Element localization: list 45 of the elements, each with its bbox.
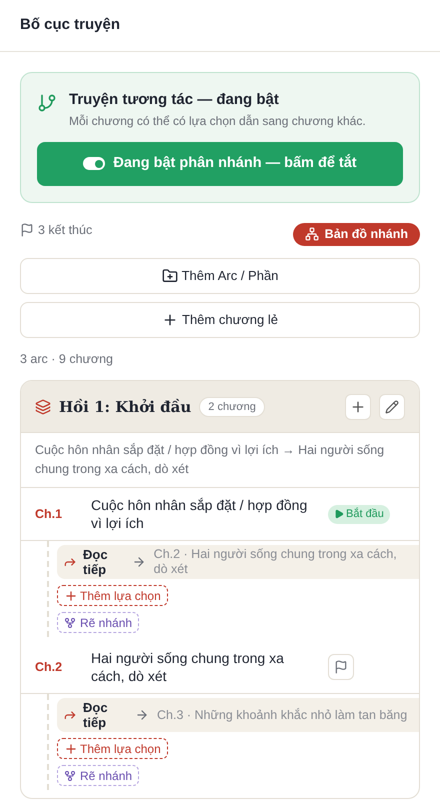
toggle-icon [83, 157, 106, 170]
pencil-icon [385, 400, 399, 414]
add-icon-button[interactable] [345, 394, 371, 420]
flag-icon [20, 223, 34, 237]
page-title: Bố cục truyện [20, 15, 120, 36]
fork-icon [64, 770, 76, 782]
summary-text: 3 arc · 9 chương [20, 350, 114, 368]
arc-title: Hồi 1: Khởi đầu [59, 396, 192, 418]
panel-description: Mỗi chương có thể có lựa chọn dẫn sang chương khác. [69, 112, 366, 130]
choice-target: Ch.3 · Những khoảnh khắc nhỏ làm tan băng [157, 708, 408, 723]
choice-row[interactable]: Đọc tiếp Ch.2 · Hai người sống chung trong xa cách, dò xét [57, 545, 419, 580]
flag-icon [334, 660, 348, 674]
choice-row[interactable]: Đọc tiếp Ch.3 · Những khoảnh khắc nhỏ làm tan băng [57, 698, 419, 732]
fork-icon [64, 616, 76, 629]
choice-label: Đọc tiếp [83, 547, 109, 578]
layers-icon [35, 398, 51, 415]
folder-plus-icon [162, 268, 178, 284]
edit-icon-button[interactable] [379, 394, 405, 420]
flag-icon-button[interactable] [328, 654, 354, 680]
branch-map-button[interactable]: Bản đồ nhánh [292, 222, 420, 246]
endings-count: 3 kết thúc [38, 222, 92, 239]
plus-icon [64, 588, 78, 603]
branch-icon [37, 93, 57, 113]
start-badge: Bắt đầu [328, 505, 390, 524]
arc-description: Cuộc hôn nhân sắp đặt / hợp đồng vì lợi ích → Hai người sống chung trong xa cách, dò xét [21, 433, 419, 488]
chapter-title: Cuộc hôn nhân sắp đặt / hợp đồng vì lợi ích [91, 496, 308, 532]
add-chapter-button[interactable]: Thêm chương lẻ [20, 302, 420, 338]
branch-button[interactable]: Rẽ nhánh [57, 612, 140, 634]
choice-label: Đọc tiếp [83, 700, 109, 730]
chapter-title: Hai người sống chung trong xa cách, dò xét [91, 649, 285, 686]
play-icon [334, 509, 344, 520]
chapter-number: Ch.2 [35, 658, 64, 676]
add-arc-button[interactable]: Thêm Arc / Phần [20, 258, 420, 294]
chapter-number: Ch.1 [35, 506, 64, 523]
add-choice-button[interactable]: Thêm lựa chọn [57, 585, 168, 606]
plus-icon [350, 398, 366, 415]
network-icon [304, 227, 319, 241]
plus-icon [64, 742, 78, 756]
add-choice-button[interactable]: Thêm lựa chọn [57, 738, 168, 760]
choice-target: Ch.2 · Hai người sống chung trong xa cách, dò xét [154, 547, 398, 578]
panel-title: Truyện tương tác — đang bật [69, 90, 280, 110]
branch-button[interactable]: Rẽ nhánh [57, 765, 140, 786]
branching-toggle-button[interactable]: Đang bật phân nhánh — bấm để tắt [37, 142, 403, 186]
chapter-count: 2 chương [199, 396, 265, 417]
plus-icon [162, 312, 178, 328]
